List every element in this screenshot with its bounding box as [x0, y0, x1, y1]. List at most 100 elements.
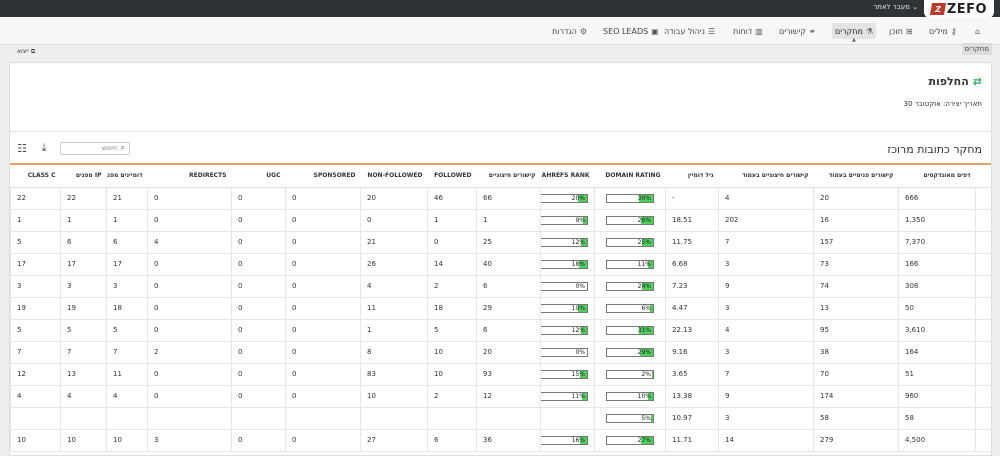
external-link-icon[interactable]: ⧉	[974, 208, 991, 232]
sponsored-cell: 0	[285, 428, 361, 452]
site-switch-link[interactable]: ⌄ מעבר לאתר	[873, 3, 918, 11]
ahrefs-rank-cell: 9%	[540, 208, 595, 232]
nav-label: הגדרות	[552, 26, 577, 36]
nav-links[interactable]: ⚭ קישורים	[779, 23, 816, 39]
nav-home[interactable]: ⌂	[975, 23, 980, 39]
progress-value: 29%	[637, 348, 651, 356]
redirects-cell: 0	[147, 362, 232, 386]
progress-value: 12%	[571, 238, 585, 246]
internal-cell: 70	[813, 362, 899, 386]
nav-work-management[interactable]: ☰ ניהול עבודה	[664, 23, 715, 39]
sliders-icon[interactable]: ☷	[16, 142, 28, 155]
followed-cell: 2	[427, 384, 477, 408]
column-header[interactable]: כתובת	[975, 165, 991, 188]
column-header[interactable]: דפים מאונדקסים	[898, 165, 976, 188]
progress-bar: 6%	[606, 303, 654, 313]
column-header[interactable]: DOMAIN RATING	[594, 165, 666, 188]
ref-ips-cell: 7	[60, 340, 107, 364]
internal-cell: 157	[813, 230, 899, 254]
table-header-row: כתובתדפים מאונדקסיםקישורים פנימיים בעמוד…	[10, 165, 991, 188]
external-link-icon[interactable]: ⧉	[974, 296, 991, 320]
column-header[interactable]: NON-FOLLOWED	[360, 165, 428, 188]
external-link-icon[interactable]: ⧉	[974, 274, 991, 298]
ahrefs-rank-cell: 15%	[540, 362, 595, 386]
followed-cell	[427, 406, 477, 430]
progress-value: 18%	[571, 260, 585, 268]
nav-reports[interactable]: ▥ דוחות	[733, 23, 763, 39]
external-link-icon[interactable]: ⧉	[974, 318, 991, 342]
column-header[interactable]: קישורים חיצוניים בעמוד	[718, 165, 814, 188]
class-c-cell: 4	[10, 384, 61, 408]
class-c-cell: 5	[10, 318, 61, 342]
column-header[interactable]: SPONSORED	[285, 165, 361, 188]
progress-bar: 20%	[541, 193, 588, 203]
domain-rating-cell: 11%	[594, 252, 666, 276]
external-link-icon[interactable]: ⧉	[974, 252, 991, 276]
progress-value: 0%	[575, 282, 585, 290]
research-panel: ⇄ החלפות תאריך יצירה: אוקטובר 30 מחקר כת…	[9, 62, 992, 456]
table-row: xxxxxx.xxx⧉1,3501620218.5126%9%110000111…	[10, 208, 991, 232]
column-header[interactable]: UGC	[231, 165, 286, 188]
breadcrumb[interactable]: מחקרים	[961, 43, 992, 55]
external-link-icon[interactable]: ⧉	[974, 340, 991, 364]
main-nav: ⌂ ⚷ מילים ⊞ תוכן ⚗ מחקרים ⚭ קישורים ▥ דוחות ☰…	[0, 17, 1000, 45]
class-c-cell: 1	[10, 208, 61, 232]
column-header[interactable]: AHREFS RANK	[540, 165, 595, 188]
followed-cell: 5	[427, 318, 477, 342]
nav-seo-leads[interactable]: ▣ SEO LEADS	[603, 23, 659, 39]
ahrefs-rank-cell: 12%	[540, 318, 595, 342]
external-link-icon[interactable]: ⧉	[974, 384, 991, 408]
followed-cell: 10	[427, 362, 477, 386]
external-link-icon[interactable]: ⧉	[974, 428, 991, 452]
list-icon: ☰	[707, 26, 716, 36]
search-icon[interactable]: ⌕	[121, 143, 125, 153]
progress-fill	[652, 370, 653, 378]
column-header[interactable]: קישורים חיצוניים	[476, 165, 541, 188]
export-link[interactable]: ⧉ ייצוא	[17, 48, 35, 56]
progress-value: 15%	[571, 370, 585, 378]
ext-links-cell	[476, 406, 541, 430]
download-icon[interactable]: ⤓	[38, 141, 50, 155]
external-link-icon[interactable]: ⧉	[974, 186, 991, 210]
nav-content[interactable]: ⊞ תוכן	[889, 23, 913, 39]
redirects-cell: 0	[147, 186, 232, 210]
external-link-icon[interactable]: ⧉	[974, 406, 991, 430]
ref-domains-cell	[106, 406, 148, 430]
column-header[interactable]: קישורים פנימיים בעמוד	[813, 165, 899, 188]
column-header[interactable]: CLASS C	[10, 165, 61, 188]
external-cell: 3	[718, 252, 814, 276]
ext-links-cell: 36	[476, 428, 541, 452]
nav-settings[interactable]: ⚙ הגדרות	[552, 23, 587, 39]
ref-domains-cell: 17	[106, 252, 148, 276]
redirects-cell: 0	[147, 384, 232, 408]
top-bar: ⌄ מעבר לאתר Z ZEFO	[0, 0, 1000, 18]
external-cell: 202	[718, 208, 814, 232]
search-input[interactable]	[65, 144, 117, 152]
age-cell: 22.13	[665, 318, 719, 342]
sponsored-cell: 0	[285, 252, 361, 276]
progress-bar: 16%	[541, 435, 588, 445]
nav-keywords[interactable]: ⚷ מילים	[929, 23, 957, 39]
class-c-cell	[10, 406, 61, 430]
column-header[interactable]: REDIRECTS	[147, 165, 232, 188]
external-link-icon[interactable]: ⧉	[974, 362, 991, 386]
external-cell: 4	[718, 318, 814, 342]
column-header[interactable]: דומיינים מפנים	[106, 165, 148, 188]
ahrefs-rank-cell: 18%	[540, 252, 595, 276]
column-header[interactable]: FOLLOWED	[427, 165, 477, 188]
column-header[interactable]: גיל דומיין	[665, 165, 719, 188]
nofollowed-cell: 83	[360, 362, 428, 386]
column-header[interactable]: IP מפנים	[60, 165, 107, 188]
age-cell: 18.51	[665, 208, 719, 232]
ref-domains-cell: 4	[106, 384, 148, 408]
external-cell: 7	[718, 230, 814, 254]
indexed-cell: 166	[898, 252, 976, 276]
progress-value: 25%	[637, 238, 651, 246]
redirects-cell	[147, 406, 232, 430]
table-row: xxxxx.xxx⧉666204-30%20%66462000021222298…	[10, 186, 991, 210]
ref-ips-cell: 13	[60, 362, 107, 386]
external-link-icon[interactable]: ⧉	[974, 230, 991, 254]
logo[interactable]: Z ZEFO	[924, 0, 994, 18]
ref-domains-cell: 5	[106, 318, 148, 342]
internal-cell: 95	[813, 318, 899, 342]
